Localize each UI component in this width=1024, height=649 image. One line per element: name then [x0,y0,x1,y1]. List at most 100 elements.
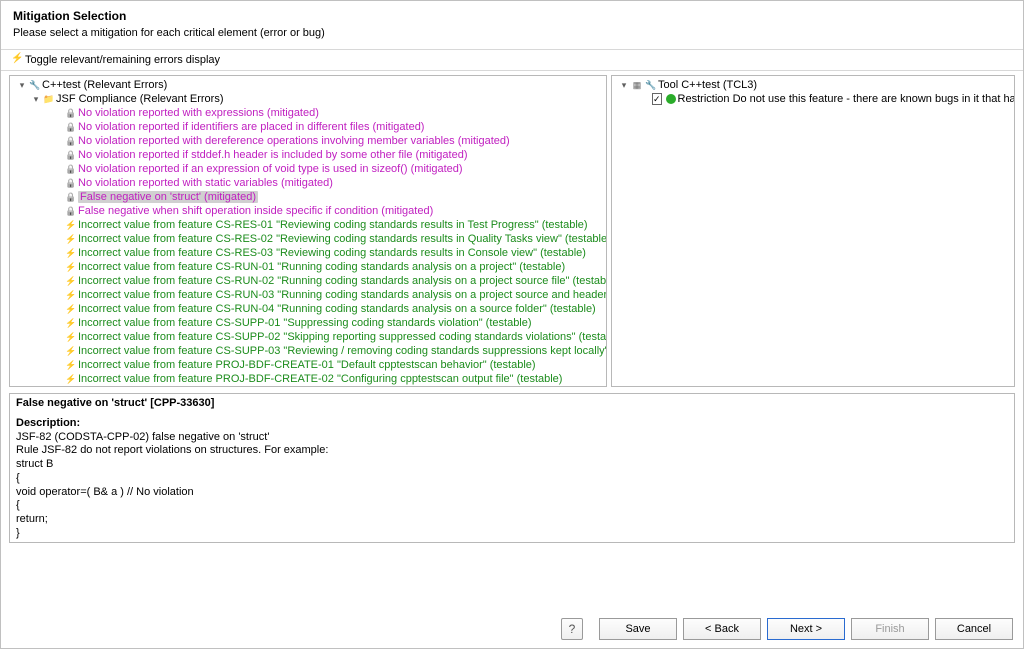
button-bar: ? Save < Back Next > Finish Cancel [561,618,1013,640]
tree-item[interactable]: No violation reported with static variab… [10,176,606,190]
green-status-icon [664,93,678,105]
bolt-icon [64,303,78,315]
tree-item-label: Incorrect value from feature CS-RUN-02 "… [78,275,606,287]
lock-icon [64,177,78,189]
tree-item[interactable]: Incorrect value from feature PROJ-BDF-CR… [10,358,606,372]
tree-group[interactable]: JSF Compliance (Relevant Errors) [10,92,606,106]
bolt-icon [64,233,78,245]
lock-icon [64,191,78,203]
detail-line: JSF-82 (CODSTA-CPP-02) false negative on… [16,431,1008,445]
tree-item-label: No violation reported if stddef.h header… [78,149,468,161]
bolt-icon [64,219,78,231]
toggle-label[interactable]: Toggle relevant/remaining errors display [25,54,220,66]
tree-item-label: No violation reported if an expression o… [78,163,463,175]
tree-item[interactable]: Incorrect value from feature CS-RUN-04 "… [10,302,606,316]
help-button[interactable]: ? [561,618,583,640]
tree-item[interactable]: Incorrect value from feature CS-SUPP-02 … [10,330,606,344]
detail-line: Rule JSF-82 do not report violations on … [16,444,1008,458]
tree-item[interactable]: Incorrect value from feature CS-RUN-02 "… [10,274,606,288]
tree-item[interactable]: Incorrect value from feature CS-RUN-03 "… [10,288,606,302]
detail-pane: False negative on 'struct' [CPP-33630] D… [9,393,1015,543]
tools-icon [28,79,42,91]
bolt-icon [64,373,78,385]
tree-item-label: Incorrect value from feature CS-RUN-03 "… [78,289,606,301]
detail-text[interactable]: False negative on 'struct' [CPP-33630] D… [10,394,1014,542]
chevron-down-icon[interactable] [16,80,28,91]
toolbar: Toggle relevant/remaining errors display [1,50,1023,71]
tree-item-label: False negative on 'struct' (mitigated) [80,191,256,203]
tree-item[interactable]: Incorrect value from feature PROJ-BDF-CR… [10,372,606,386]
tree-item[interactable]: Incorrect value from feature CS-SUPP-03 … [10,344,606,358]
bolt-icon [64,345,78,357]
tree-item[interactable]: No violation reported if identifiers are… [10,120,606,134]
mitigation-tree-pane: Tool C++test (TCL3) Restriction Do not u… [611,75,1015,387]
tree-root[interactable]: C++test (Relevant Errors) [10,78,606,92]
detail-line: return; [16,513,1008,527]
bolt-icon [64,289,78,301]
tree-item[interactable]: No violation reported if an expression o… [10,162,606,176]
tree-item-label: No violation reported with static variab… [78,177,333,189]
tree-item[interactable]: No violation reported with expressions (… [10,106,606,120]
detail-line: void operator=( B& a ) // No violation [16,486,1008,500]
tree-group-label: JSF Compliance (Relevant Errors) [56,93,224,105]
tree-root-label: C++test (Relevant Errors) [42,79,167,91]
cancel-button[interactable]: Cancel [935,618,1013,640]
tree-item[interactable]: Incorrect value from feature CS-RES-02 "… [10,232,606,246]
next-button[interactable]: Next > [767,618,845,640]
mitigation-root[interactable]: Tool C++test (TCL3) [612,78,1014,92]
bolt-icon [64,317,78,329]
stack-icon [630,79,644,91]
errors-tree[interactable]: C++test (Relevant Errors) JSF Compliance… [10,76,606,386]
tree-item[interactable]: Incorrect value from feature CS-RES-03 "… [10,246,606,260]
bolt-icon [64,359,78,371]
tree-item-label: Incorrect value from feature PROJ-BDF-CR… [78,373,562,385]
detail-line: { [16,499,1008,513]
tree-item-label: False negative when shift operation insi… [78,205,433,217]
chevron-down-icon[interactable] [30,94,42,105]
mitigation-root-label: Tool C++test (TCL3) [658,79,757,91]
tree-item-label: Incorrect value from feature PROJ-BDF-CR… [78,359,536,371]
detail-line: struct B [16,458,1008,472]
description-heading: Description: [16,417,1008,431]
tree-item-label: Incorrect value from feature CS-RUN-04 "… [78,303,596,315]
toggle-icon[interactable] [11,54,21,66]
tree-item[interactable]: Incorrect value from feature CS-RUN-01 "… [10,260,606,274]
tree-item[interactable]: Incorrect value from feature CS-RES-01 "… [10,218,606,232]
mitigation-tree[interactable]: Tool C++test (TCL3) Restriction Do not u… [612,76,1014,386]
chevron-down-icon[interactable] [618,80,630,91]
tree-item[interactable]: No violation reported if stddef.h header… [10,148,606,162]
tree-item[interactable]: False negative on 'struct' (mitigated) [10,190,606,204]
bolt-icon [64,275,78,287]
lock-icon [64,135,78,147]
back-button[interactable]: < Back [683,618,761,640]
tree-item-label: No violation reported with expressions (… [78,107,319,119]
tree-item[interactable]: Incorrect value from feature CS-SUPP-01 … [10,316,606,330]
page-title: Mitigation Selection [13,9,1011,23]
tree-item-label: Incorrect value from feature CS-SUPP-01 … [78,317,532,329]
save-button[interactable]: Save [599,618,677,640]
mitigation-item-label: Restriction Do not use this feature - th… [678,93,1014,105]
lock-icon [64,163,78,175]
bolt-icon [64,261,78,273]
bolt-icon [64,247,78,259]
tree-item-label: No violation reported if identifiers are… [78,121,424,133]
tree-item-label: Incorrect value from feature CS-RES-01 "… [78,219,588,231]
detail-line: }; [16,541,1008,543]
page-subtitle: Please select a mitigation for each crit… [13,27,1011,39]
tree-item[interactable]: False negative when shift operation insi… [10,204,606,218]
lock-icon [64,107,78,119]
detail-line: { [16,472,1008,486]
mitigation-item[interactable]: Restriction Do not use this feature - th… [612,92,1014,106]
errors-tree-pane: C++test (Relevant Errors) JSF Compliance… [9,75,607,387]
detail-line: } [16,527,1008,541]
lock-icon [64,149,78,161]
tools-icon [644,79,658,91]
tree-item-label: Incorrect value from feature CS-SUPP-02 … [78,331,606,343]
folder-icon [42,93,56,105]
tree-item-label: No violation reported with dereference o… [78,135,510,147]
bolt-icon [64,331,78,343]
mitigation-checkbox[interactable] [652,93,662,105]
lock-icon [64,205,78,217]
tree-item-label: Incorrect value from feature CS-RES-03 "… [78,247,586,259]
tree-item[interactable]: No violation reported with dereference o… [10,134,606,148]
